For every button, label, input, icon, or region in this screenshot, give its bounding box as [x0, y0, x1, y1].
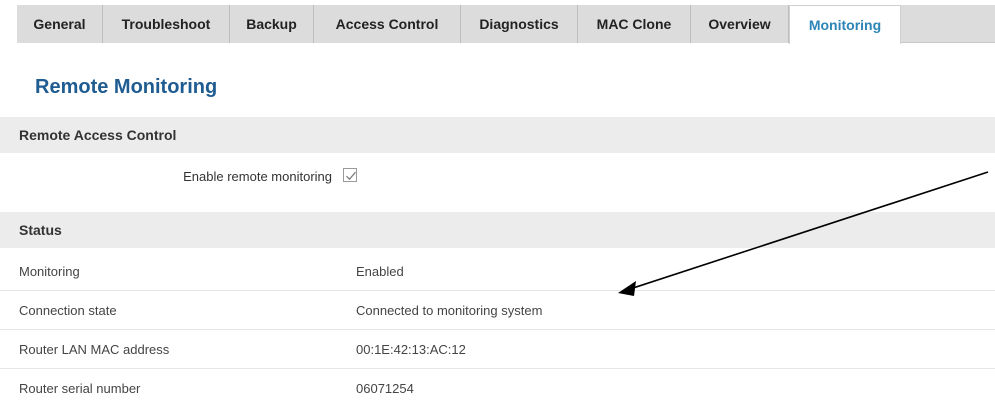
status-key: Router LAN MAC address — [19, 342, 170, 357]
status-row: Monitoring Enabled — [0, 253, 995, 291]
status-row: Connection state Connected to monitoring… — [0, 292, 995, 330]
status-row: Router LAN MAC address 00:1E:42:13:AC:12 — [0, 331, 995, 369]
tab-troubleshoot[interactable]: Troubleshoot — [103, 5, 230, 43]
tab-diagnostics[interactable]: Diagnostics — [461, 5, 578, 43]
status-key: Router serial number — [19, 381, 141, 396]
tab-backup[interactable]: Backup — [230, 5, 314, 43]
page-title: Remote Monitoring — [35, 76, 218, 98]
tab-label: Monitoring — [808, 17, 882, 33]
enable-monitoring-row: Enable remote monitoring — [0, 155, 995, 197]
section-title: Remote Access Control — [19, 127, 177, 143]
status-value: 06071254 — [356, 381, 414, 396]
tab-general[interactable]: General — [17, 5, 103, 43]
tab-label: General — [33, 16, 86, 32]
tab-label: Backup — [246, 16, 297, 32]
status-key: Monitoring — [19, 264, 80, 279]
section-header-remote-access: Remote Access Control — [0, 117, 995, 153]
checkmark-icon — [346, 171, 356, 181]
tab-label: Diagnostics — [479, 16, 559, 32]
tab-mac-clone[interactable]: MAC Clone — [578, 5, 691, 43]
section-header-status: Status — [0, 212, 995, 248]
status-key: Connection state — [19, 303, 117, 318]
tab-label: Troubleshoot — [121, 16, 211, 32]
tab-monitoring[interactable]: Monitoring — [789, 5, 901, 44]
enable-monitoring-label: Enable remote monitoring — [183, 168, 332, 184]
tab-bar: General Troubleshoot Backup Access Contr… — [0, 0, 995, 44]
enable-monitoring-checkbox[interactable] — [343, 168, 357, 182]
tab-overview[interactable]: Overview — [691, 5, 789, 43]
status-row: Router serial number 06071254 — [0, 370, 995, 408]
status-value: Connected to monitoring system — [356, 303, 543, 318]
status-value: Enabled — [356, 264, 404, 279]
tab-label: Access Control — [335, 16, 439, 32]
section-title: Status — [19, 222, 62, 238]
tab-label: MAC Clone — [596, 16, 672, 32]
tab-label: Overview — [708, 16, 771, 32]
status-value: 00:1E:42:13:AC:12 — [356, 342, 466, 357]
tab-access-control[interactable]: Access Control — [314, 5, 461, 43]
